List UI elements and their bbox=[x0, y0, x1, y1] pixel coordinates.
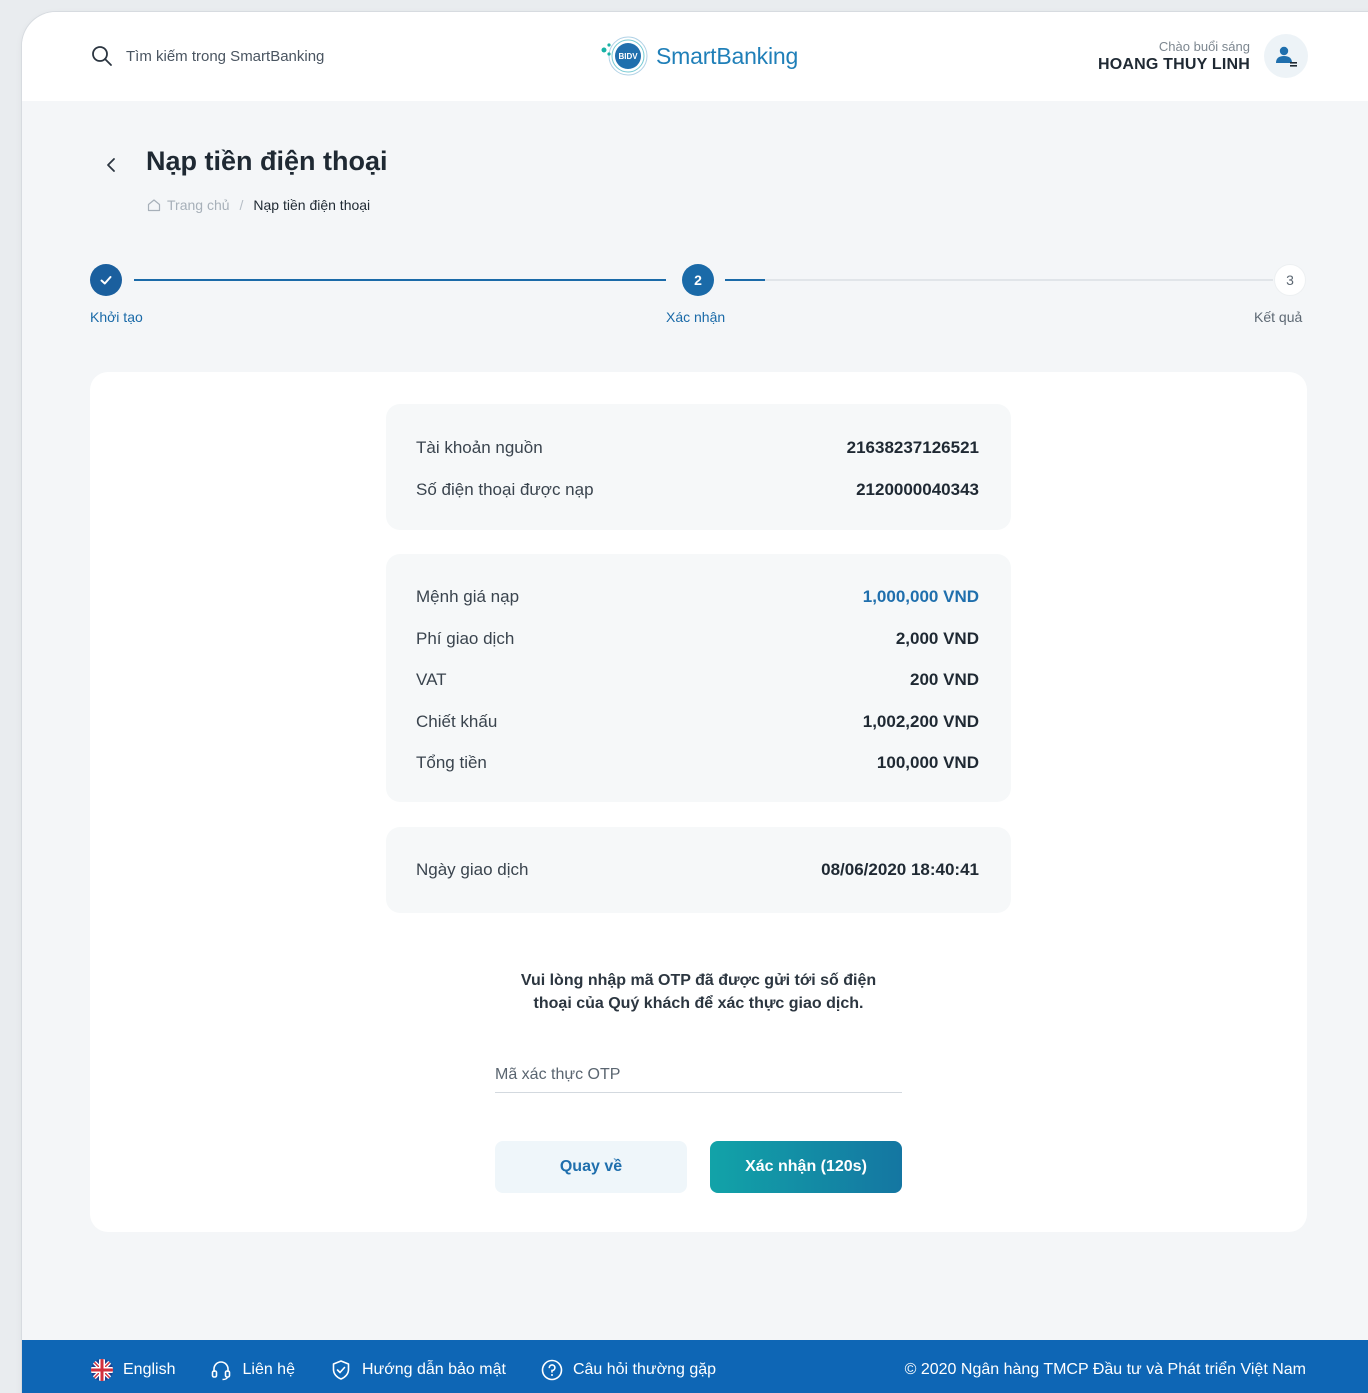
discount-label: Chiết khấu bbox=[416, 712, 498, 731]
smartbanking-logo[interactable]: BIDV SmartBanking bbox=[598, 30, 798, 82]
total-row: Tổng tiền 100,000 VND bbox=[416, 753, 979, 773]
step-1-label: Khởi tạo bbox=[90, 309, 143, 325]
source-account-value: 21638237126521 bbox=[846, 438, 979, 457]
source-account-label: Tài khoản nguồn bbox=[416, 438, 543, 457]
footer-contact-label[interactable]: Liên hệ bbox=[242, 1361, 295, 1379]
total-label: Tổng tiền bbox=[416, 753, 487, 772]
breadcrumb-separator: / bbox=[239, 197, 244, 213]
phone-label: Số điện thoại được nạp bbox=[416, 480, 594, 499]
amount-info-group: Mệnh giá nạp 1,000,000 VND Phí giao dịch… bbox=[386, 554, 1011, 802]
step-3-number: 3 bbox=[1286, 272, 1294, 288]
otp-instruction: Vui lòng nhập mã OTP đã được gửi tới số … bbox=[90, 969, 1307, 1015]
back-to-previous-button[interactable]: Quay về bbox=[495, 1141, 687, 1193]
date-label: Ngày giao dịch bbox=[416, 860, 529, 879]
total-value: 100,000 VND bbox=[876, 753, 979, 772]
footer-copyright: © 2020 Ngân hàng TMCP Đầu tư và Phát tri… bbox=[904, 1361, 1306, 1378]
date-row: Ngày giao dịch 08/06/2020 18:40:41 bbox=[416, 860, 979, 880]
fee-value: 2,000 VND bbox=[895, 629, 979, 648]
fee-label: Phí giao dịch bbox=[416, 629, 515, 648]
source-account-row: Tài khoản nguồn 21638237126521 bbox=[416, 438, 979, 458]
username: HOANG THUY LINH bbox=[1097, 55, 1250, 73]
user-avatar-button[interactable] bbox=[1264, 34, 1308, 78]
date-value: 08/06/2020 18:40:41 bbox=[821, 860, 979, 879]
search-bar[interactable]: Tìm kiếm trong SmartBanking bbox=[90, 44, 324, 68]
uk-flag-icon bbox=[91, 1359, 113, 1381]
logo-badge-text: BIDV bbox=[618, 52, 638, 61]
breadcrumb-current: Nạp tiền điện thoại bbox=[253, 197, 371, 213]
footer-contact[interactable]: Liên hệ bbox=[209, 1358, 295, 1382]
top-header: Tìm kiếm trong SmartBanking BIDV SmartBa… bbox=[22, 12, 1368, 101]
user-greeting-block: Chào buổi sáng HOANG THUY LINH bbox=[1098, 39, 1250, 74]
step-line-completed bbox=[134, 279, 666, 281]
user-menu-icon bbox=[1276, 46, 1297, 67]
user-panel: Chào buổi sáng HOANG THUY LINH bbox=[1098, 34, 1308, 78]
back-button[interactable] bbox=[100, 152, 122, 178]
step-line-active bbox=[725, 279, 765, 281]
otp-instruction-line2: thoại của Quý khách để xác thực giao dịc… bbox=[533, 995, 864, 1012]
footer-language[interactable]: English bbox=[90, 1358, 175, 1382]
vat-value: 200 VND bbox=[910, 670, 979, 689]
discount-value: 1,002,200 VND bbox=[862, 712, 979, 731]
footer-faq[interactable]: Câu hỏi thường gặp bbox=[540, 1358, 716, 1382]
footer-security-guide[interactable]: Hướng dẫn bảo mật bbox=[329, 1358, 506, 1382]
vat-label: VAT bbox=[416, 670, 447, 689]
denomination-value: 1,000,000 VND bbox=[862, 587, 979, 606]
breadcrumb-home-label[interactable]: Trang chủ bbox=[167, 197, 230, 213]
headset-icon bbox=[212, 1361, 231, 1381]
step-3-label: Kết quả bbox=[1254, 309, 1303, 325]
denomination-label: Mệnh giá nạp bbox=[416, 587, 520, 606]
search-icon bbox=[92, 46, 112, 66]
phone-row: Số điện thoại được nạp 2120000040343 bbox=[416, 480, 979, 500]
account-info-group: Tài khoản nguồn 21638237126521 Số điện t… bbox=[386, 404, 1011, 530]
bidv-logo-icon: BIDV bbox=[601, 36, 648, 76]
phone-value: 2120000040343 bbox=[856, 480, 979, 499]
check-icon bbox=[100, 276, 112, 285]
app-window: Tìm kiếm trong SmartBanking BIDV SmartBa… bbox=[22, 12, 1368, 1393]
step-2-active: 2 bbox=[682, 264, 714, 296]
denomination-row: Mệnh giá nạp 1,000,000 VND bbox=[416, 587, 979, 607]
footer-security-guide-label[interactable]: Hướng dẫn bảo mật bbox=[362, 1361, 506, 1379]
step-1-done bbox=[90, 264, 122, 296]
footer-faq-label[interactable]: Câu hỏi thường gặp bbox=[573, 1361, 716, 1379]
step-3-pending: 3 bbox=[1274, 264, 1306, 296]
otp-instruction-line1: Vui lòng nhập mã OTP đã được gửi tới số … bbox=[520, 972, 877, 989]
progress-stepper: 2 3 Khởi tạo Xác nhận Kết quả bbox=[22, 262, 1368, 332]
breadcrumb-home[interactable]: Trang chủ bbox=[146, 197, 230, 213]
step-2-number: 2 bbox=[694, 272, 702, 288]
discount-row: Chiết khấu 1,002,200 VND bbox=[416, 712, 979, 732]
confirm-button[interactable]: Xác nhận (120s) bbox=[710, 1141, 902, 1193]
footer-language-label[interactable]: English bbox=[123, 1361, 175, 1379]
confirmation-card: Tài khoản nguồn 21638237126521 Số điện t… bbox=[90, 372, 1307, 1232]
greeting-text: Chào buổi sáng bbox=[1158, 38, 1250, 54]
shield-check-icon bbox=[332, 1360, 350, 1380]
otp-input[interactable] bbox=[495, 1057, 902, 1093]
logo-text: SmartBanking bbox=[656, 42, 799, 69]
vat-row: VAT 200 VND bbox=[416, 670, 979, 690]
help-circle-icon bbox=[541, 1359, 563, 1381]
fee-row: Phí giao dịch 2,000 VND bbox=[416, 629, 979, 649]
step-2-label: Xác nhận bbox=[666, 309, 726, 325]
step-line-pending bbox=[765, 279, 1273, 281]
date-info-group: Ngày giao dịch 08/06/2020 18:40:41 bbox=[386, 827, 1011, 913]
chevron-left-icon bbox=[107, 158, 115, 172]
footer-bar: English Liên hệ Hướng dẫn bảo mật Câu hỏ… bbox=[22, 1340, 1368, 1393]
search-placeholder[interactable]: Tìm kiếm trong SmartBanking bbox=[126, 48, 324, 65]
page-title: Nạp tiền điện thoại bbox=[146, 146, 388, 176]
home-icon bbox=[147, 199, 161, 212]
breadcrumb: Trang chủ / Nạp tiền điện thoại bbox=[146, 197, 370, 213]
